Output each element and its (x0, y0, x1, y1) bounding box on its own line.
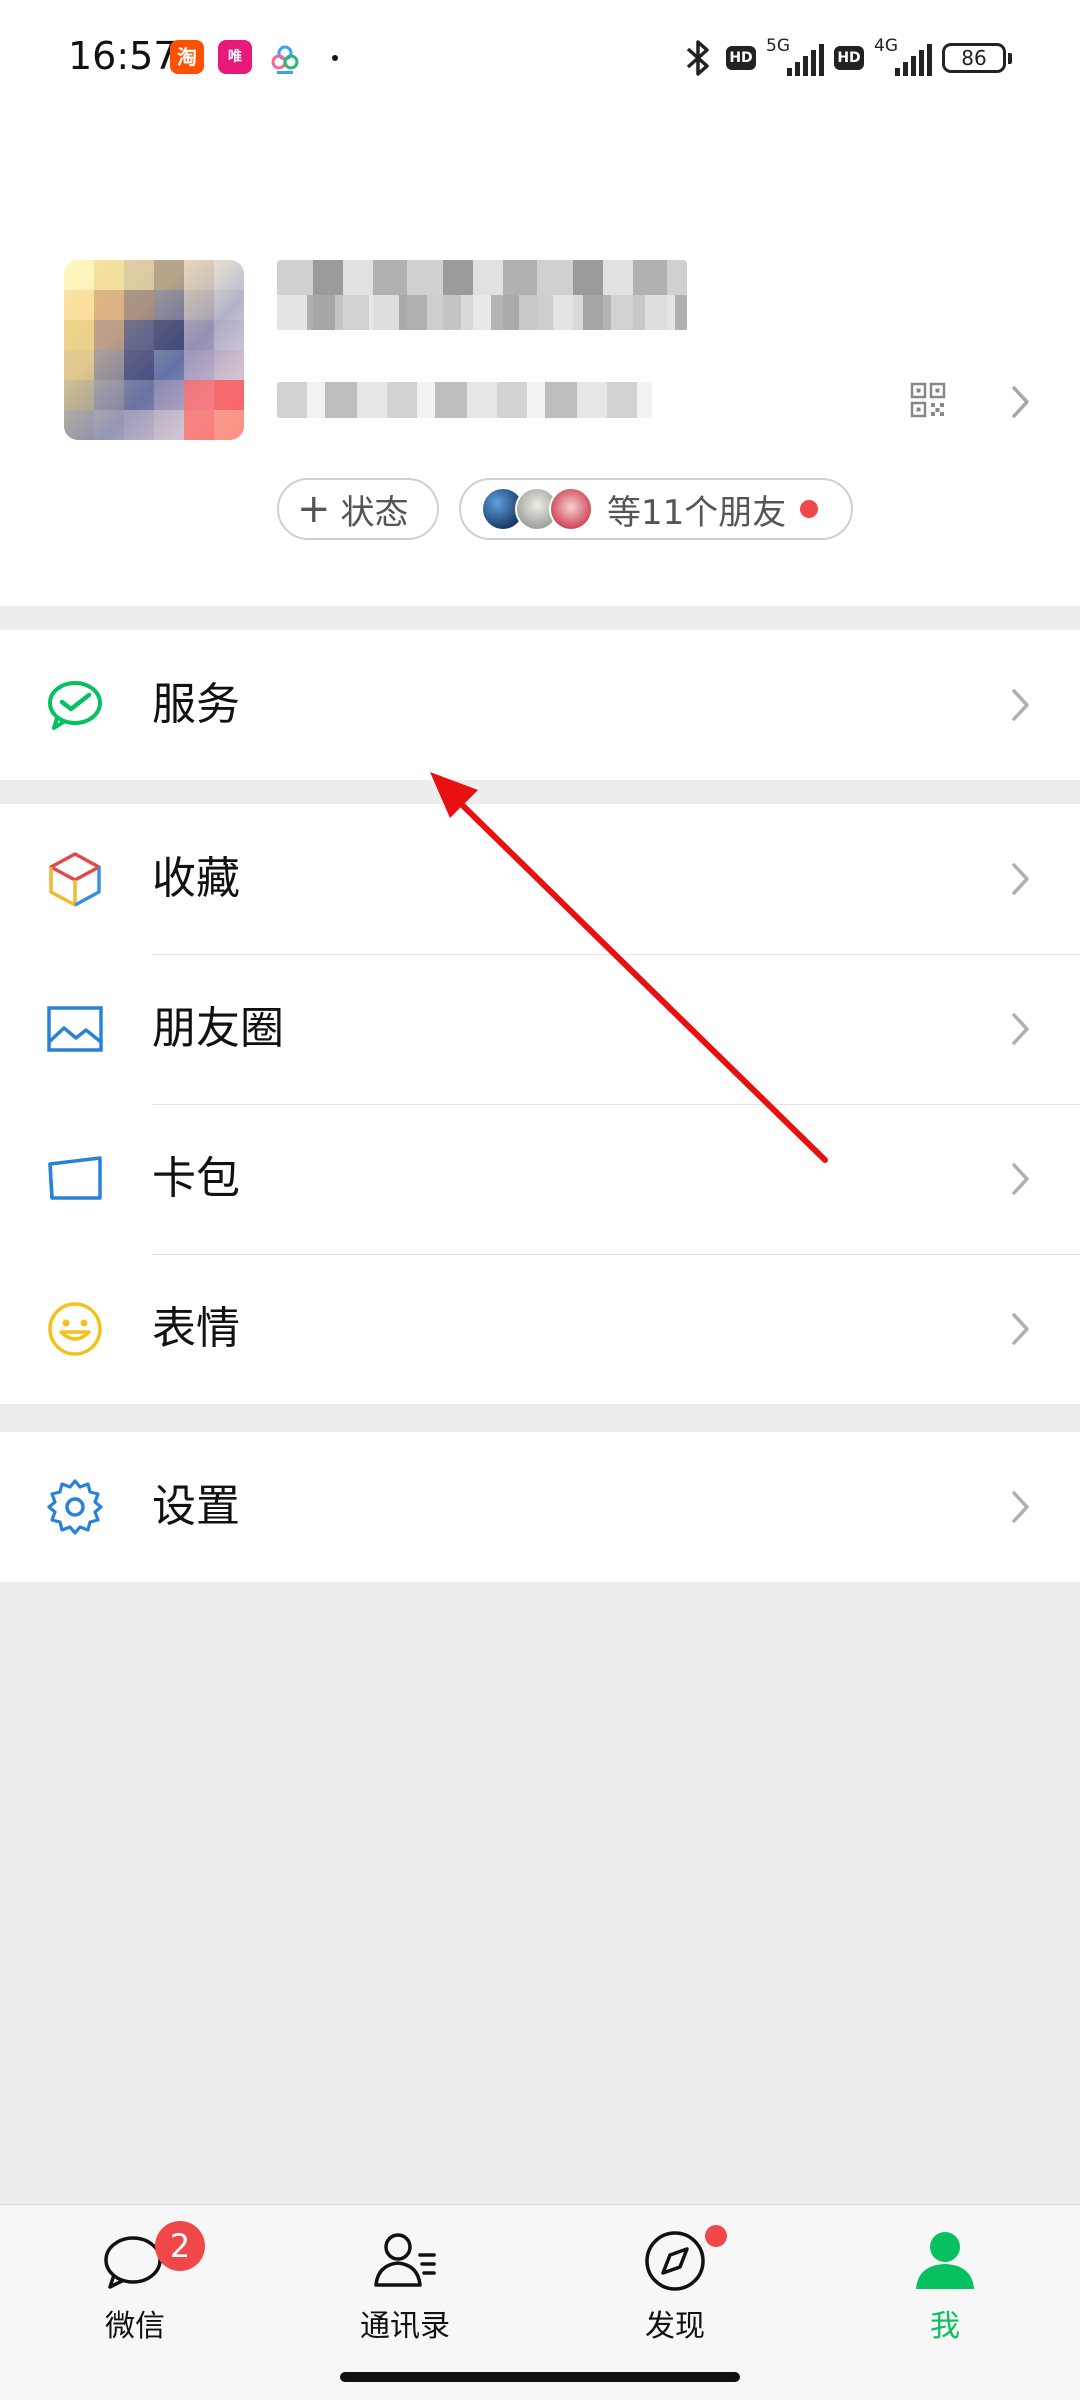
chevron-right-icon (1012, 1491, 1029, 1523)
favorites-cube-icon (49, 852, 101, 907)
menu-item-label: 表情 (152, 1303, 240, 1354)
new-status-dot (800, 500, 819, 518)
gear-icon (47, 1479, 103, 1535)
tab-me[interactable]: 我 (845, 2221, 1045, 2351)
nickname-blurred (277, 260, 687, 330)
menu-item-label: 朋友圈 (152, 1003, 284, 1054)
battery-icon: 86 (942, 43, 1012, 73)
tab-label: 发现 (645, 2309, 705, 2344)
smiley-icon (48, 1302, 102, 1356)
wechat-id-blurred (277, 382, 652, 418)
signal-4g-icon: 4G (874, 36, 932, 78)
menu-group-settings: 设置 (0, 1432, 1080, 1582)
profile-header[interactable]: + 状态 等11个朋友 (0, 120, 1080, 606)
hd-badge-1: HD (726, 46, 756, 70)
compass-icon (645, 2231, 705, 2291)
chevron-right-icon (1012, 689, 1029, 721)
menu-group-service: 服务 (0, 630, 1080, 780)
menu-item-service[interactable]: 服务 (0, 630, 1080, 780)
chevron-right-icon (1012, 1313, 1029, 1345)
menu-item-label: 服务 (152, 679, 240, 730)
chevron-right-icon (1012, 863, 1029, 895)
status-time: 16:57 (68, 34, 178, 78)
status-bar: 16:57 淘 唯 HD 5G HD 4G 86 (0, 0, 1080, 120)
tab-label: 通讯录 (360, 2309, 450, 2344)
friends-status-text: 等11个朋友 (607, 492, 787, 533)
profile-chevron-right-icon[interactable] (1005, 382, 1035, 422)
menu-item-label: 设置 (152, 1481, 240, 1532)
notification-dot (332, 55, 338, 61)
signal-5g-icon: 5G (766, 36, 824, 78)
qr-code-icon[interactable] (910, 382, 946, 418)
moments-image-icon (47, 1006, 103, 1052)
tab-discover[interactable]: 发现 (575, 2221, 775, 2351)
menu-item-stickers[interactable]: 表情 (0, 1254, 1080, 1404)
menu-item-label: 收藏 (152, 853, 240, 904)
person-icon (916, 2232, 974, 2289)
menu-item-favorites[interactable]: 收藏 (0, 804, 1080, 954)
friend-avatar-3 (549, 487, 593, 531)
chevron-right-icon (1012, 1163, 1029, 1195)
tab-label: 微信 (105, 2309, 165, 2344)
hd-badge-2: HD (834, 46, 864, 70)
wechat-pay-icon (48, 681, 102, 730)
contacts-icon (374, 2233, 436, 2287)
vip-icon: 唯 (218, 40, 252, 74)
home-indicator[interactable] (340, 2372, 740, 2382)
menu-item-label: 卡包 (152, 1153, 240, 1204)
tab-chats[interactable]: 2 微信 (35, 2221, 235, 2351)
plus-icon: + (297, 486, 331, 532)
add-status-button[interactable]: + 状态 (277, 478, 439, 540)
menu-item-cards[interactable]: 卡包 (0, 1104, 1080, 1254)
bluetooth-icon (686, 40, 709, 76)
tab-label: 我 (930, 2309, 960, 2344)
taobao-icon: 淘 (170, 40, 204, 74)
menu-group-main: 收藏 朋友圈 卡包 表情 (0, 804, 1080, 1404)
friends-status-button[interactable]: 等11个朋友 (459, 478, 853, 540)
cloud-app-icon (271, 45, 299, 74)
menu-item-moments[interactable]: 朋友圈 (0, 954, 1080, 1104)
tab-contacts[interactable]: 通讯录 (305, 2221, 505, 2351)
tab-bar: 2 微信 通讯录 发现 我 (0, 2204, 1080, 2400)
card-wallet-icon (48, 1156, 102, 1200)
status-button-label: 状态 (340, 492, 409, 533)
discover-dot-badge (705, 2225, 727, 2247)
unread-badge: 2 (155, 2221, 205, 2271)
menu-item-settings[interactable]: 设置 (0, 1432, 1080, 1582)
status-right: HD 5G HD 4G 86 (680, 36, 1012, 80)
chevron-right-icon (1012, 1013, 1029, 1045)
avatar[interactable] (64, 260, 244, 440)
